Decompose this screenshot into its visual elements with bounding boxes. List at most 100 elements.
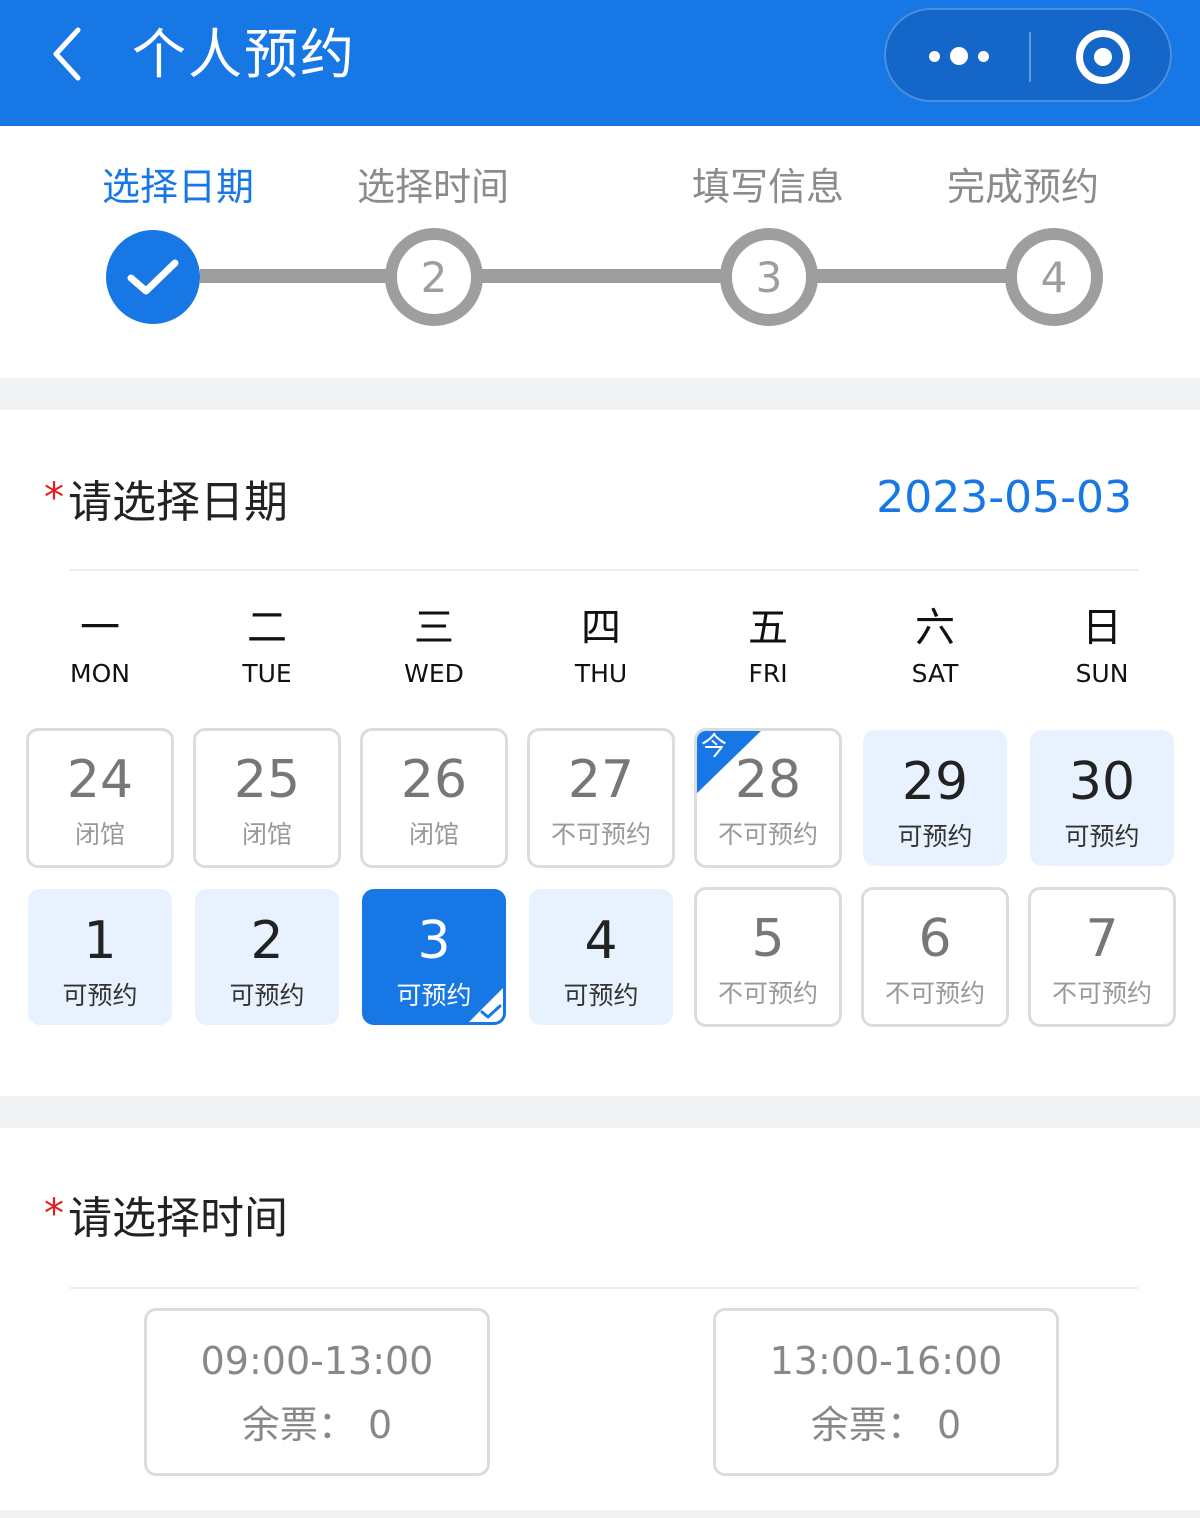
date-status: 闭馆 — [408, 820, 459, 849]
step-connector — [815, 269, 1010, 283]
step-2-marker: 2 — [385, 228, 483, 326]
weekday-en: FRI — [748, 659, 788, 688]
step-label-2: 选择时间 — [356, 165, 509, 209]
weekday-en: THU — [574, 659, 628, 688]
date-status: 可预约 — [62, 981, 138, 1010]
weekday-header: 五 FRI — [708, 602, 828, 694]
time-section-title-text: 请选择时间 — [68, 1193, 288, 1244]
step-connector — [200, 269, 390, 283]
date-cell[interactable]: 1 可预约 — [28, 889, 172, 1025]
step-label-1: 选择日期 — [101, 165, 254, 209]
weekday-cn: 六 — [915, 605, 955, 651]
divider — [70, 1287, 1138, 1289]
step-4-marker: 4 — [1005, 228, 1103, 326]
top-nav-bar: 个人预约 — [0, 0, 1200, 126]
step-connector — [480, 269, 725, 283]
more-dots-icon[interactable] — [924, 36, 994, 76]
date-number: 24 — [66, 750, 134, 810]
date-number: 3 — [417, 911, 451, 971]
required-mark: * — [44, 475, 64, 521]
date-status: 可预约 — [897, 822, 973, 851]
capsule-divider — [1029, 32, 1031, 82]
weekday-en: SAT — [911, 659, 959, 688]
date-number: 26 — [400, 750, 468, 810]
time-slot-tickets: 余票： 0 — [810, 1403, 962, 1447]
date-number: 27 — [567, 750, 635, 810]
page-title: 个人预约 — [132, 23, 356, 86]
weekday-cn: 四 — [581, 605, 621, 651]
time-slot-tickets: 余票： 0 — [241, 1403, 393, 1447]
weekday-header: 四 THU — [541, 602, 661, 694]
date-status: 闭馆 — [241, 820, 292, 849]
weekday-cn: 五 — [748, 605, 788, 651]
today-badge-label: 今 — [701, 732, 728, 762]
date-number: 29 — [901, 752, 969, 812]
date-status: 不可预约 — [550, 820, 651, 849]
date-number: 1 — [83, 911, 117, 971]
weekday-header: 三 WED — [374, 602, 494, 694]
date-cell[interactable]: 26 闭馆 — [360, 728, 508, 868]
time-slot[interactable]: 09:00-13:00 余票： 0 — [144, 1308, 490, 1476]
weekday-en: TUE — [242, 659, 292, 688]
step-label-3: 填写信息 — [691, 165, 844, 209]
time-slot-range: 13:00-16:00 — [769, 1339, 1003, 1383]
weekday-header: 一 MON — [40, 602, 160, 694]
date-number: 5 — [751, 909, 785, 969]
weekday-cn: 日 — [1082, 605, 1122, 651]
mini-program-capsule — [884, 8, 1172, 102]
date-number: 2 — [250, 911, 284, 971]
step-label-4: 完成预约 — [946, 165, 1099, 209]
date-cell[interactable]: 24 闭馆 — [26, 728, 174, 868]
date-cell[interactable]: 30 可预约 — [1030, 730, 1174, 866]
weekday-cn: 三 — [414, 605, 454, 651]
date-cell[interactable]: 6 不可预约 — [861, 887, 1009, 1027]
weekday-header: 六 SAT — [875, 602, 995, 694]
date-number: 25 — [233, 750, 301, 810]
date-number: 6 — [918, 909, 952, 969]
check-icon — [127, 259, 179, 295]
date-cell[interactable]: 7 不可预约 — [1028, 887, 1176, 1027]
date-number: 4 — [584, 911, 618, 971]
date-cell[interactable]: 27 不可预约 — [527, 728, 675, 868]
date-status: 不可预约 — [717, 820, 818, 849]
date-status: 可预约 — [563, 981, 639, 1010]
weekday-en: MON — [70, 659, 130, 688]
date-status: 不可预约 — [1051, 979, 1152, 1008]
date-cell-today[interactable]: 今 28 不可预约 — [694, 728, 842, 868]
check-icon — [480, 1004, 502, 1019]
date-cell[interactable]: 2 可预约 — [195, 889, 339, 1025]
time-slot-range: 09:00-13:00 — [200, 1339, 434, 1383]
divider — [70, 569, 1138, 571]
date-section-title-text: 请选择日期 — [68, 477, 288, 528]
weekday-header: 日 SUN — [1042, 602, 1162, 694]
time-picker-card: *请选择时间 09:00-13:00 余票： 0 13:00-16:00 余票：… — [0, 1128, 1200, 1510]
selected-date: 2023-05-03 — [876, 472, 1132, 523]
date-cell[interactable]: 29 可预约 — [863, 730, 1007, 866]
weekday-header: 二 TUE — [207, 602, 327, 694]
date-number: 30 — [1068, 752, 1136, 812]
step-1-done — [106, 230, 200, 324]
date-cell[interactable]: 5 不可预约 — [694, 887, 842, 1027]
date-status: 可预约 — [229, 981, 305, 1010]
date-number: 7 — [1085, 909, 1119, 969]
date-cell-selected[interactable]: 3 可预约 — [362, 889, 506, 1025]
date-section-title: *请选择日期 — [44, 468, 288, 533]
chevron-left-icon — [53, 27, 81, 81]
date-picker-card: *请选择日期 2023-05-03 一 MON 二 TUE 三 WED 四 THU 五F… — [0, 410, 1200, 1096]
back-button[interactable] — [38, 22, 98, 86]
progress-steps: 选择日期 选择时间 填写信息 完成预约 2 3 4 — [0, 126, 1200, 378]
weekday-en: SUN — [1075, 659, 1129, 688]
step-3-marker: 3 — [720, 228, 818, 326]
date-status: 可预约 — [1064, 822, 1140, 851]
date-cell[interactable]: 4 可预约 — [529, 889, 673, 1025]
required-mark: * — [44, 1191, 64, 1237]
date-status: 不可预约 — [884, 979, 985, 1008]
date-cell[interactable]: 25 闭馆 — [193, 728, 341, 868]
date-status: 闭馆 — [74, 820, 125, 849]
weekday-cn: 一 — [80, 605, 120, 651]
weekday-en: WED — [404, 659, 464, 688]
weekday-cn: 二 — [247, 605, 287, 651]
target-circle-icon[interactable] — [1076, 30, 1130, 84]
date-status: 不可预约 — [717, 979, 818, 1008]
time-slot[interactable]: 13:00-16:00 余票： 0 — [713, 1308, 1059, 1476]
